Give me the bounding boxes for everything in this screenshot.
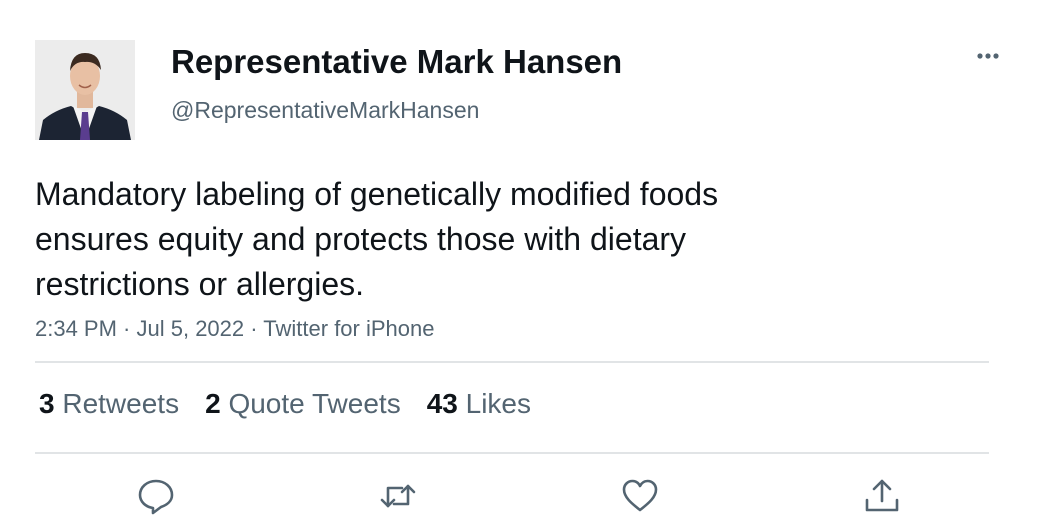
- divider: [35, 361, 989, 363]
- quote-tweets-count: 2: [205, 388, 221, 419]
- user-handle[interactable]: @RepresentativeMarkHansen: [171, 97, 479, 124]
- retweets-stat[interactable]: 3 Retweets: [39, 388, 179, 420]
- quote-tweets-label: Quote Tweets: [228, 388, 401, 419]
- heart-icon: [622, 479, 658, 512]
- retweets-count: 3: [39, 388, 55, 419]
- tweet-time[interactable]: 2:34 PM: [35, 316, 117, 341]
- likes-label: Likes: [465, 388, 532, 419]
- like-button[interactable]: [620, 476, 660, 516]
- meta-separator: ·: [116, 316, 137, 341]
- more-icon: [977, 53, 999, 59]
- divider: [35, 452, 989, 454]
- tweet-text: Mandatory labeling of genetically modifi…: [35, 176, 719, 302]
- retweets-label: Retweets: [62, 388, 180, 419]
- profile-photo: [35, 40, 135, 140]
- retweet-button[interactable]: [378, 476, 418, 516]
- share-button[interactable]: [862, 476, 902, 516]
- more-options-button[interactable]: [966, 42, 1010, 70]
- quote-tweets-stat[interactable]: 2 Quote Tweets: [205, 388, 401, 420]
- tweet-card: Representative Mark Hansen @Representati…: [0, 0, 1050, 525]
- display-name[interactable]: Representative Mark Hansen: [171, 43, 622, 81]
- likes-count: 43: [426, 388, 458, 419]
- reply-button[interactable]: [136, 476, 176, 516]
- likes-stat[interactable]: 43 Likes: [427, 388, 531, 420]
- reply-icon: [138, 479, 174, 515]
- tweet-date[interactable]: Jul 5, 2022: [137, 316, 245, 341]
- tweet-meta: 2:34 PM · Jul 5, 2022 · Twitter for iPho…: [35, 316, 434, 342]
- tweet-source[interactable]: Twitter for iPhone: [263, 316, 434, 341]
- retweet-icon: [380, 484, 416, 508]
- tweet-stats: 3 Retweets 2 Quote Tweets 43 Likes: [39, 388, 557, 420]
- avatar[interactable]: [35, 40, 135, 140]
- share-icon: [865, 479, 899, 512]
- meta-separator: ·: [244, 316, 264, 341]
